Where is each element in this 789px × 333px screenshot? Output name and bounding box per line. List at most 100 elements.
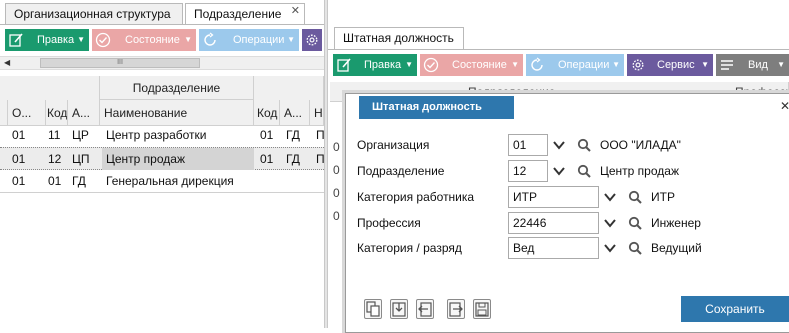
search-icon[interactable] bbox=[577, 138, 591, 152]
refresh-icon bbox=[199, 29, 221, 51]
right-grid-row-marker: 0 0 0 0 bbox=[333, 140, 340, 223]
operations-menu-button[interactable]: Операции ▼ bbox=[199, 29, 299, 51]
view-menu-button[interactable]: Вид ▼ bbox=[716, 54, 789, 76]
export-icon[interactable] bbox=[447, 299, 465, 319]
chevron-down-icon[interactable] bbox=[552, 164, 566, 178]
cell-name: Генеральная дирекция bbox=[106, 174, 234, 188]
dialog-title: Штатная должность bbox=[359, 96, 514, 119]
table-row[interactable]: 01 11 ЦР Центр разработки 01 ГД П bbox=[0, 124, 324, 147]
cell-abbr-2: ГД bbox=[286, 128, 300, 142]
cell-name-selected: Центр продаж bbox=[102, 148, 254, 170]
copy-icon[interactable] bbox=[364, 299, 382, 319]
table-row-selected[interactable]: 01 12 ЦП Центр продаж 01 ГД П bbox=[0, 147, 324, 170]
close-icon[interactable]: ✕ bbox=[291, 1, 300, 21]
tab-label: Подразделение bbox=[194, 7, 282, 21]
scroll-left-icon[interactable]: ◀ bbox=[4, 57, 10, 69]
cell-name: Центр разработки bbox=[106, 128, 207, 142]
save-button[interactable]: Сохранить bbox=[681, 296, 789, 322]
edit-icon bbox=[5, 29, 27, 51]
floppy-icon[interactable] bbox=[473, 299, 491, 319]
left-tab-org-structure[interactable]: Организационная структура bbox=[5, 3, 183, 24]
column-header-code-2[interactable]: Код bbox=[254, 100, 280, 126]
tab-underline bbox=[328, 49, 789, 50]
search-icon[interactable] bbox=[628, 241, 642, 255]
chevron-down-icon[interactable] bbox=[603, 190, 617, 204]
organization-description: ООО "ИЛАДА" bbox=[600, 138, 681, 152]
state-menu-button[interactable]: Состояние ▼ bbox=[420, 54, 523, 76]
field-label-category-grade: Категория / разряд bbox=[357, 241, 462, 255]
back-icon[interactable] bbox=[416, 299, 434, 319]
cell-org: 01 bbox=[12, 128, 26, 142]
cell-abbr: ГД bbox=[72, 174, 86, 188]
refresh-icon bbox=[526, 54, 548, 76]
profession-field[interactable]: 22446 bbox=[508, 212, 599, 234]
field-label-profession: Профессия bbox=[357, 216, 421, 230]
cell-n: П bbox=[316, 152, 324, 166]
chevron-down-icon: ▼ bbox=[701, 60, 709, 69]
search-icon[interactable] bbox=[628, 190, 642, 204]
left-tab-subdivision[interactable]: Подразделение ✕ bbox=[185, 3, 305, 25]
column-header-code[interactable]: Код bbox=[46, 100, 68, 126]
state-menu-button[interactable]: Состояние ▼ bbox=[92, 29, 196, 51]
cell-n: П bbox=[316, 128, 324, 142]
cell-code: 01 bbox=[48, 174, 62, 188]
chevron-down-icon: ▼ bbox=[184, 35, 192, 44]
scroll-thumb[interactable]: III bbox=[40, 58, 200, 68]
gear-icon bbox=[627, 54, 649, 76]
tab-label: Штатная должность bbox=[343, 31, 454, 45]
field-label-organization: Организация bbox=[357, 138, 430, 152]
edit-menu-button[interactable]: Правка ▼ bbox=[5, 29, 89, 51]
cell-abbr: ЦП bbox=[72, 152, 90, 166]
organization-field[interactable]: 01 bbox=[508, 134, 548, 156]
right-tab-staff-position[interactable]: Штатная должность bbox=[334, 27, 464, 49]
check-circle-icon bbox=[92, 29, 114, 51]
cell-code-2: 01 bbox=[260, 128, 274, 142]
profession-description: Инженер bbox=[651, 216, 701, 230]
cell-abbr: ЦР bbox=[72, 128, 89, 142]
chevron-down-icon: ▼ bbox=[405, 60, 413, 69]
empty-group-header bbox=[0, 76, 100, 100]
close-icon[interactable]: ✕ bbox=[780, 99, 789, 113]
worker-category-field[interactable]: ИТР bbox=[508, 186, 599, 208]
field-label-subdivision: Подразделение bbox=[357, 164, 445, 178]
operations-menu-button[interactable]: Операции ▼ bbox=[526, 54, 624, 76]
worker-category-description: ИТР bbox=[651, 190, 675, 204]
cell-org: 01 bbox=[12, 174, 26, 188]
column-header-abbr-2[interactable]: А... bbox=[280, 100, 310, 126]
table-row[interactable]: 01 01 ГД Генеральная дирекция bbox=[0, 170, 324, 193]
chevron-down-icon[interactable] bbox=[603, 216, 617, 230]
category-grade-description: Ведущий bbox=[651, 241, 702, 255]
search-icon[interactable] bbox=[577, 164, 591, 178]
chevron-down-icon: ▼ bbox=[612, 60, 620, 69]
column-header-indicator bbox=[0, 100, 8, 126]
cell-code-2: 01 bbox=[260, 152, 274, 166]
column-header-name[interactable]: Наименование bbox=[100, 100, 254, 126]
import-icon[interactable] bbox=[390, 299, 408, 319]
search-icon[interactable] bbox=[628, 216, 642, 230]
cell-code: 11 bbox=[48, 128, 61, 142]
column-header-org[interactable]: О... bbox=[8, 100, 46, 126]
edit-icon bbox=[333, 54, 355, 76]
service-menu-button[interactable] bbox=[302, 29, 322, 51]
empty-group-header-right bbox=[254, 76, 324, 100]
horizontal-scrollbar[interactable]: ◀ III bbox=[0, 56, 324, 70]
chevron-down-icon[interactable] bbox=[603, 241, 617, 255]
chevron-down-icon: ▼ bbox=[511, 60, 519, 69]
subdivision-field[interactable]: 12 bbox=[508, 160, 548, 182]
subdivision-description: Центр продаж bbox=[600, 164, 679, 178]
field-label-worker-category: Категория работника bbox=[357, 190, 475, 204]
edit-menu-button[interactable]: Правка ▼ bbox=[333, 54, 417, 76]
list-icon bbox=[716, 54, 738, 76]
chevron-down-icon[interactable] bbox=[552, 138, 566, 152]
category-grade-field[interactable]: Вед bbox=[508, 237, 599, 259]
chevron-down-icon: ▼ bbox=[287, 35, 295, 44]
tab-label: Организационная структура bbox=[14, 7, 171, 21]
service-menu-button[interactable]: Сервис ▼ bbox=[627, 54, 713, 76]
cell-abbr-2: ГД bbox=[286, 152, 300, 166]
chevron-down-icon: ▼ bbox=[777, 60, 785, 69]
tab-underline bbox=[0, 24, 324, 25]
column-header-abbr[interactable]: А... bbox=[68, 100, 100, 126]
group-header-subdivision: Подразделение bbox=[100, 76, 254, 100]
cell-org: 01 bbox=[12, 152, 26, 166]
column-header-n[interactable]: Н bbox=[310, 100, 324, 126]
